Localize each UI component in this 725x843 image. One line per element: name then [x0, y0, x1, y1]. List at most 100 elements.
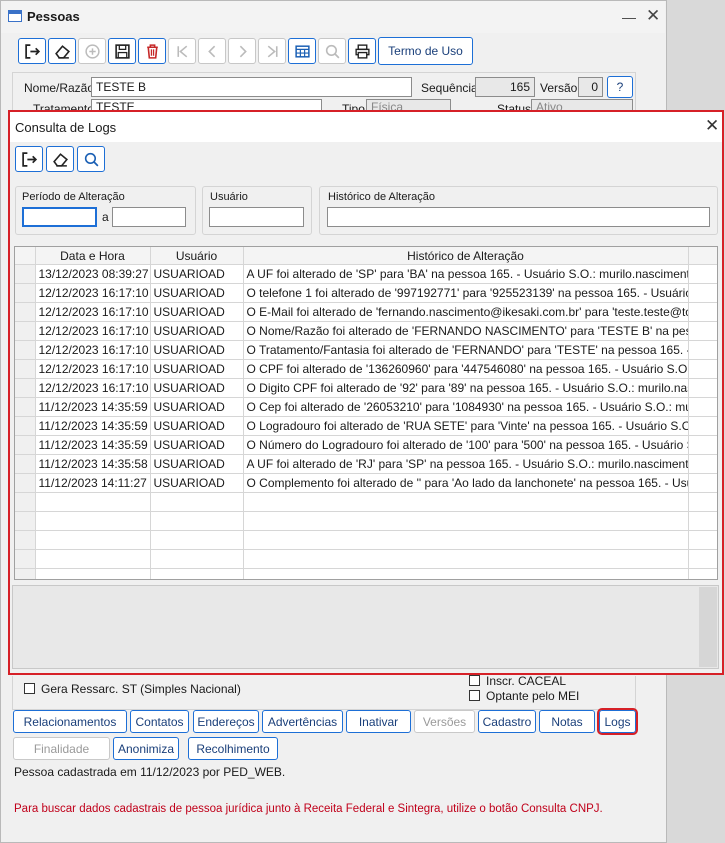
close-icon[interactable]: ✕ [646, 6, 660, 26]
tab-notas[interactable]: Notas [539, 710, 595, 733]
log-row[interactable]: 12/12/2023 16:17:10 USUARIOAD O telefone 1… [15, 283, 717, 303]
log-user [150, 511, 244, 531]
row-indicator[interactable] [15, 568, 36, 579]
user-input[interactable] [209, 207, 304, 227]
log-user: USUARIOAD [150, 359, 244, 379]
minimize-icon[interactable]: — [622, 9, 636, 25]
tab-finalidade[interactable]: Finalidade [13, 737, 110, 760]
dialog-clear-button[interactable] [46, 146, 74, 172]
exit-button[interactable] [18, 38, 46, 64]
column-header-history[interactable]: Histórico de Alteração [243, 247, 689, 265]
inscr-caceal-checkbox[interactable] [469, 675, 480, 686]
dialog-close-icon[interactable]: ✕ [705, 116, 719, 136]
first-button[interactable] [168, 38, 196, 64]
log-history: O CPF foi alterado de '136260960' para '… [243, 359, 689, 379]
log-row[interactable]: 11/12/2023 14:35:59 USUARIOAD O Logradouro… [15, 416, 717, 436]
row-filler [688, 340, 717, 360]
name-field[interactable]: TESTE B [91, 77, 412, 97]
row-indicator[interactable] [15, 511, 36, 531]
add-button[interactable] [78, 38, 106, 64]
last-button[interactable] [258, 38, 286, 64]
log-row[interactable]: 13/12/2023 08:39:27 USUARIOAD A UF foi alt… [15, 264, 717, 284]
dialog-search-button[interactable] [77, 146, 105, 172]
previous-button[interactable] [198, 38, 226, 64]
row-indicator[interactable] [15, 302, 36, 322]
next-button[interactable] [228, 38, 256, 64]
row-indicator[interactable] [15, 283, 36, 303]
eraser-icon [52, 152, 68, 167]
row-indicator[interactable] [15, 473, 36, 493]
clear-button[interactable] [48, 38, 76, 64]
log-history: O Logradouro foi alterado de 'RUA SETE' … [243, 416, 689, 436]
log-row[interactable]: 11/12/2023 14:35:58 USUARIOAD A UF foi alt… [15, 454, 717, 474]
tab-enderecos[interactable]: Endereços [193, 710, 259, 733]
save-button[interactable] [108, 38, 136, 64]
log-row[interactable]: 12/12/2023 16:17:10 USUARIOAD O Tratamento… [15, 340, 717, 360]
log-history: O Cep foi alterado de '26053210' para '1… [243, 397, 689, 417]
log-datetime [35, 511, 151, 531]
log-row[interactable]: 12/12/2023 16:17:10 USUARIOAD O CPF foi al… [15, 359, 717, 379]
mei-checkbox[interactable] [469, 690, 480, 701]
log-user: USUARIOAD [150, 378, 244, 398]
empty-row[interactable] [15, 530, 717, 550]
tab-contatos[interactable]: Contatos [130, 710, 189, 733]
tab-cadastro[interactable]: Cadastro [478, 710, 536, 733]
log-user: USUARIOAD [150, 435, 244, 455]
row-indicator[interactable] [15, 492, 36, 512]
terms-of-use-button[interactable]: Termo de Uso [378, 37, 473, 65]
log-user: USUARIOAD [150, 416, 244, 436]
dialog-exit-button[interactable] [15, 146, 43, 172]
empty-row[interactable] [15, 549, 717, 569]
tab-advertencias[interactable]: Advertências [262, 710, 343, 733]
print-button[interactable] [348, 38, 376, 64]
log-user [150, 549, 244, 569]
tab-inativar[interactable]: Inativar [346, 710, 411, 733]
search-icon [84, 152, 98, 166]
log-row[interactable]: 11/12/2023 14:35:59 USUARIOAD O Número do … [15, 435, 717, 455]
empty-row[interactable] [15, 511, 717, 531]
row-indicator[interactable] [15, 321, 36, 341]
log-history [243, 568, 689, 579]
row-indicator[interactable] [15, 397, 36, 417]
log-datetime [35, 492, 151, 512]
log-row[interactable]: 11/12/2023 14:11:27 USUARIOAD O Complement… [15, 473, 717, 493]
row-filler [688, 321, 717, 341]
grid-view-button[interactable] [288, 38, 316, 64]
tab-recolhimento[interactable]: Recolhimento [188, 737, 278, 760]
help-button[interactable]: ? [607, 76, 633, 98]
tab-logs[interactable]: Logs [597, 708, 638, 735]
tab-versoes[interactable]: Versões [414, 710, 475, 733]
empty-row[interactable] [15, 568, 717, 579]
tab-relacionamentos[interactable]: Relacionamentos [13, 710, 127, 733]
row-indicator[interactable] [15, 416, 36, 436]
tab-anonimiza[interactable]: Anonimiza [113, 737, 179, 760]
row-indicator[interactable] [15, 359, 36, 379]
row-indicator[interactable] [15, 549, 36, 569]
period-start-input[interactable] [22, 207, 97, 227]
log-row[interactable]: 12/12/2023 16:17:10 USUARIOAD O Nome/Razão… [15, 321, 717, 341]
empty-row[interactable] [15, 492, 717, 512]
column-header-user[interactable]: Usuário [150, 247, 244, 265]
search-button[interactable] [318, 38, 346, 64]
row-indicator[interactable] [15, 378, 36, 398]
row-indicator[interactable] [15, 340, 36, 360]
log-row[interactable]: 12/12/2023 16:17:10 USUARIOAD O E-Mail foi… [15, 302, 717, 322]
details-scrollbar[interactable] [699, 587, 717, 667]
log-datetime [35, 568, 151, 579]
delete-button[interactable] [138, 38, 166, 64]
period-separator: a [102, 210, 109, 224]
log-row[interactable]: 12/12/2023 16:17:10 USUARIOAD O Digito CPF… [15, 378, 717, 398]
period-end-input[interactable] [112, 207, 186, 227]
column-header-datetime[interactable]: Data e Hora [35, 247, 151, 265]
row-indicator[interactable] [15, 454, 36, 474]
details-panel [12, 585, 719, 669]
log-row[interactable]: 11/12/2023 14:35:59 USUARIOAD O Cep foi al… [15, 397, 717, 417]
history-input[interactable] [327, 207, 710, 227]
row-indicator[interactable] [15, 530, 36, 550]
row-indicator[interactable] [15, 435, 36, 455]
log-history: O Tratamento/Fantasia foi alterado de 'F… [243, 340, 689, 360]
log-datetime [35, 530, 151, 550]
row-indicator[interactable] [15, 264, 36, 284]
log-history [243, 530, 689, 550]
ressarc-checkbox[interactable] [24, 683, 35, 694]
